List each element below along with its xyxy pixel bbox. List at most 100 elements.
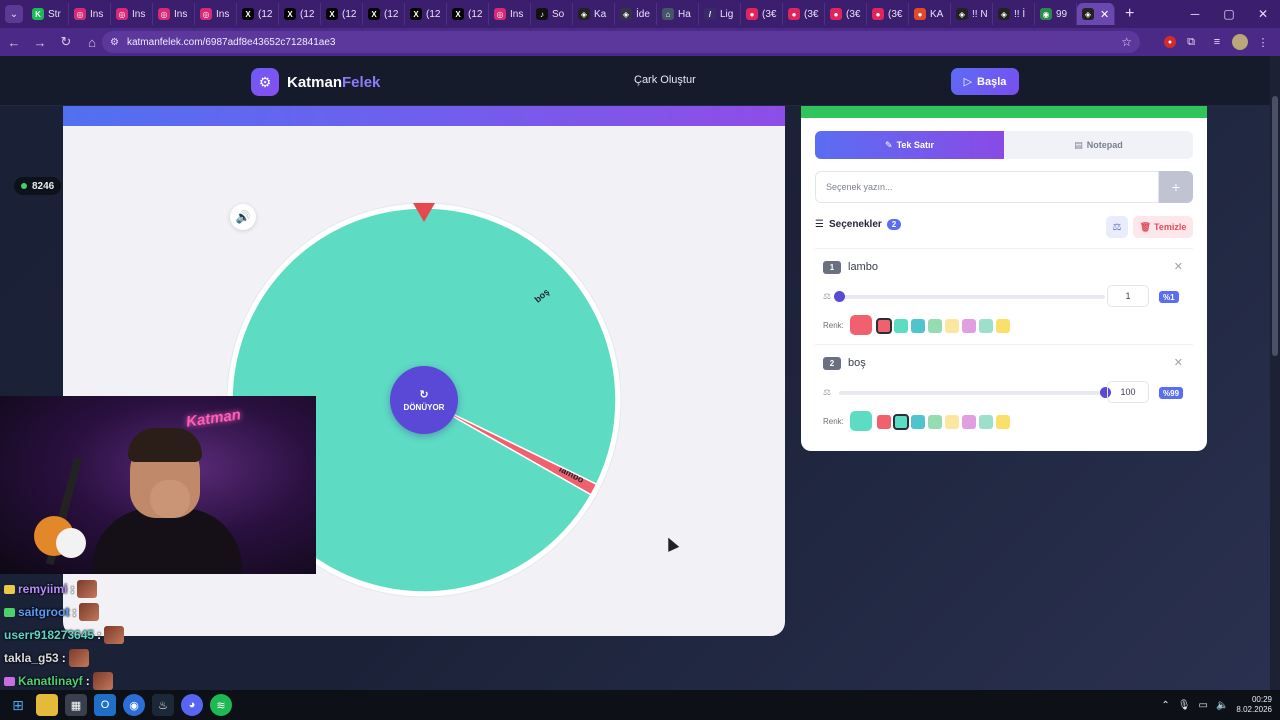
scrollbar-thumb[interactable]	[1272, 96, 1278, 356]
browser-tab[interactable]: ◈ Ka	[573, 3, 615, 25]
color-label: Renk:	[823, 321, 844, 330]
browser-tab[interactable]: / Lig	[699, 3, 741, 25]
browser-tab[interactable]: X (12	[447, 3, 489, 25]
clear-button[interactable]: 🗑 Temizle	[1133, 216, 1193, 238]
browser-tab[interactable]: ◎ Ins	[489, 3, 531, 25]
forward-icon[interactable]: →	[28, 30, 52, 54]
store-icon[interactable]: ▦	[65, 694, 87, 716]
color-swatch[interactable]	[945, 319, 959, 333]
color-swatch[interactable]	[979, 415, 993, 429]
browser-menu-icon[interactable]: ⋮	[1252, 31, 1274, 53]
current-color-swatch[interactable]	[850, 315, 872, 335]
new-tab-icon[interactable]: +	[1125, 5, 1134, 23]
tab-notepad[interactable]: ▤ Notepad	[1004, 131, 1193, 159]
page-scrollbar[interactable]	[1270, 56, 1280, 690]
viewer-count-badge: 8246	[14, 177, 62, 195]
color-swatch[interactable]	[996, 415, 1010, 429]
browser-tab[interactable]: X (12	[321, 3, 363, 25]
browser-tab[interactable]: ● (3€	[741, 3, 783, 25]
chrome-icon[interactable]: ◉	[123, 694, 145, 716]
browser-tab[interactable]: ◎ Ins	[111, 3, 153, 25]
close-tab-icon[interactable]: ✕	[1100, 8, 1109, 21]
color-swatch[interactable]	[945, 415, 959, 429]
option-name[interactable]: boş	[848, 357, 866, 369]
tab-favicon-icon: ◈	[956, 8, 968, 20]
windows-start-icon[interactable]: ⊞	[7, 694, 29, 716]
option-input[interactable]: Seçenek yazın...	[815, 171, 1159, 203]
remove-option-icon[interactable]: ✕	[1174, 356, 1183, 369]
start-button[interactable]: ▷ Başla	[951, 68, 1019, 95]
browser-tab[interactable]: X (12	[279, 3, 321, 25]
tab-single-line[interactable]: ✎ Tek Satır	[815, 131, 1004, 159]
browser-tab[interactable]: ◎ Ins	[195, 3, 237, 25]
reload-icon[interactable]: ↻	[54, 30, 78, 54]
address-bar[interactable]: ⚙ katmanfelek.com/6987adf8e43652c712841a…	[102, 31, 1140, 53]
tray-chevron-icon[interactable]: ⌃	[1161, 700, 1169, 711]
home-icon[interactable]: ⌂	[80, 30, 104, 54]
color-swatch[interactable]	[962, 319, 976, 333]
add-option-button[interactable]: +	[1159, 171, 1193, 203]
wheel-center-button[interactable]: ↻ DÖNÜYOR	[390, 366, 458, 434]
color-swatch[interactable]	[996, 319, 1010, 333]
extension-icon[interactable]: ●	[1164, 36, 1176, 48]
browser-tab[interactable]: ● (3€	[867, 3, 909, 25]
color-swatch[interactable]	[876, 318, 892, 334]
spotify-icon[interactable]: ≋	[210, 694, 232, 716]
discord-icon[interactable]: ◕	[181, 694, 203, 716]
browser-tab[interactable]: ◉ 99	[1035, 3, 1077, 25]
display-icon[interactable]: ▭	[1199, 700, 1208, 711]
site-info-icon[interactable]: ⚙	[110, 37, 119, 48]
clock[interactable]: 00:29 8.02.2026	[1236, 695, 1272, 715]
reading-list-icon[interactable]: ≡	[1206, 31, 1228, 53]
weight-slider-thumb[interactable]	[834, 291, 845, 302]
file-explorer-icon[interactable]	[36, 694, 58, 716]
extensions-puzzle-icon[interactable]: ⧉	[1180, 31, 1202, 53]
steam-icon[interactable]: ♨	[152, 694, 174, 716]
weight-input[interactable]: 1	[1107, 285, 1149, 307]
browser-tab[interactable]: X (12	[363, 3, 405, 25]
browser-tab[interactable]: X (12	[237, 3, 279, 25]
tab-active[interactable]: ◈ ✕	[1077, 3, 1115, 25]
browser-tab[interactable]: ♪ So	[531, 3, 573, 25]
color-swatch[interactable]	[962, 415, 976, 429]
outlook-icon[interactable]: O	[94, 694, 116, 716]
close-window-icon[interactable]: ✕	[1246, 0, 1280, 28]
color-swatch[interactable]	[928, 319, 942, 333]
microphone-icon[interactable]: 🎙	[1178, 700, 1191, 711]
color-swatch[interactable]	[911, 415, 925, 429]
volume-icon[interactable]: 🔈	[1216, 700, 1228, 711]
browser-tab[interactable]: ● (3€	[783, 3, 825, 25]
color-swatch[interactable]	[911, 319, 925, 333]
remove-option-icon[interactable]: ✕	[1174, 260, 1183, 273]
browser-tab[interactable]: ◈ !! N	[951, 3, 993, 25]
weight-input[interactable]: 100	[1107, 381, 1149, 403]
weight-slider[interactable]	[839, 387, 1111, 398]
tab-label: (3€	[762, 8, 777, 20]
browser-tab[interactable]: ◎ Ins	[153, 3, 195, 25]
browser-tab[interactable]: X (12	[405, 3, 447, 25]
browser-tab[interactable]: ● KA	[909, 3, 951, 25]
browser-tab[interactable]: ◈ İde	[615, 3, 657, 25]
site-logo[interactable]: ⚙ KatmanFelek	[251, 68, 380, 96]
profile-avatar[interactable]	[1232, 34, 1248, 50]
back-icon[interactable]: ←	[2, 30, 26, 54]
maximize-icon[interactable]: ▢	[1212, 0, 1246, 28]
current-color-swatch[interactable]	[850, 411, 872, 431]
browser-tab[interactable]: ◎ Ins	[69, 3, 111, 25]
option-name[interactable]: lambo	[848, 261, 878, 273]
color-swatch[interactable]	[877, 415, 891, 429]
browser-tab[interactable]: ◈ !! İ	[993, 3, 1035, 25]
browser-tab[interactable]: ⌂ Ha	[657, 3, 699, 25]
color-swatch[interactable]	[894, 319, 908, 333]
tab-search-chevron-icon[interactable]: ⌄	[5, 5, 23, 23]
color-swatch[interactable]	[979, 319, 993, 333]
nav-create-wheel[interactable]: Çark Oluştur	[634, 74, 696, 86]
browser-tab[interactable]: ● (3€	[825, 3, 867, 25]
weight-slider[interactable]	[834, 291, 1105, 302]
bookmark-star-icon[interactable]: ☆	[1121, 35, 1132, 49]
balance-weights-button[interactable]: ⚖	[1106, 216, 1128, 238]
color-swatch[interactable]	[928, 415, 942, 429]
color-swatch[interactable]	[893, 414, 909, 430]
minimize-icon[interactable]: ─	[1178, 0, 1212, 28]
browser-tab[interactable]: K Str	[27, 3, 69, 25]
